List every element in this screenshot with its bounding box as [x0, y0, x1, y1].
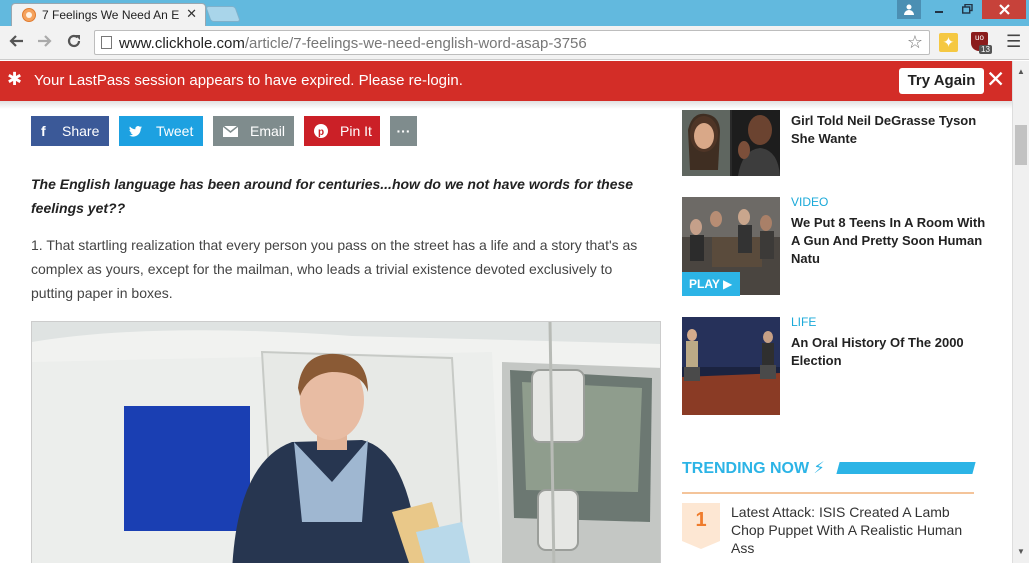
pinterest-share-label: Pin It: [340, 123, 372, 139]
window-close-icon[interactable]: [982, 0, 1026, 19]
sidebar-title-2[interactable]: We Put 8 Teens In A Room With A Gun And …: [791, 214, 986, 268]
tab-close-icon[interactable]: ✕: [186, 6, 197, 22]
clickhole-favicon-icon: [22, 8, 36, 22]
scroll-up-arrow-icon[interactable]: ▲: [1017, 67, 1025, 76]
svg-text:p: p: [318, 127, 324, 138]
page-icon: [101, 36, 112, 49]
facebook-share-button[interactable]: f Share: [31, 116, 109, 146]
article-photo-mailman: [31, 321, 661, 563]
back-arrow-icon[interactable]: [8, 33, 24, 54]
user-profile-icon[interactable]: [897, 0, 921, 19]
extension-badge: 13: [979, 45, 992, 54]
lightning-bolt-icon: ⚡: [809, 460, 825, 477]
twitter-share-button[interactable]: Tweet: [119, 116, 203, 146]
trending-rank-badge: 1: [682, 503, 720, 549]
trending-title-1[interactable]: Latest Attack: ISIS Created A Lamb Chop …: [731, 503, 971, 557]
lastpass-close-icon[interactable]: ✕: [986, 66, 1005, 93]
pinterest-icon: p: [314, 116, 328, 148]
scroll-down-arrow-icon[interactable]: ▼: [1017, 547, 1025, 556]
extension-puzzle-icon[interactable]: ✦: [939, 33, 958, 52]
try-again-button[interactable]: Try Again: [899, 68, 984, 94]
envelope-icon: [222, 116, 239, 147]
article-intro: The English language has been around for…: [31, 176, 634, 216]
sidebar-thumbnail-1[interactable]: [682, 110, 780, 176]
more-share-button[interactable]: ···: [390, 116, 417, 146]
address-bar[interactable]: www.clickhole.com/article/7-feelings-we-…: [94, 30, 930, 55]
email-share-label: Email: [250, 123, 286, 139]
browser-toolbar: www.clickhole.com/article/7-feelings-we-…: [0, 26, 1029, 60]
lastpass-notification-bar: ✱ Your LastPass session appears to have …: [0, 61, 1012, 101]
play-video-button[interactable]: PLAY ▶: [682, 272, 740, 296]
browser-tab[interactable]: 7 Feelings We Need An En ✕: [11, 3, 206, 26]
forward-arrow-icon[interactable]: [37, 33, 53, 54]
trending-now-heading: TRENDING NOW ⚡: [682, 460, 825, 477]
scrollbar-thumb[interactable]: [1015, 125, 1027, 165]
email-share-button[interactable]: Email: [213, 116, 294, 146]
page-scrollbar[interactable]: ▲ ▼: [1012, 61, 1029, 563]
restore-icon[interactable]: [954, 0, 980, 19]
lastpass-asterisk-icon: ✱: [7, 69, 23, 89]
tab-title: 7 Feelings We Need An En: [42, 8, 180, 22]
chrome-menu-icon[interactable]: ☰: [1006, 32, 1021, 52]
new-tab-button[interactable]: [205, 6, 241, 22]
sidebar-title-1[interactable]: Girl Told Neil DeGrasse Tyson She Wante: [791, 112, 986, 148]
trending-divider: [682, 492, 974, 494]
facebook-icon: f: [41, 123, 46, 139]
page-content: f Share Tweet Email p Pin It ··· The Eng…: [0, 101, 1012, 563]
pinterest-share-button[interactable]: p Pin It: [304, 116, 380, 146]
lastpass-message: Your LastPass session appears to have ex…: [34, 72, 463, 89]
twitter-icon: [129, 116, 142, 147]
twitter-share-label: Tweet: [156, 123, 194, 139]
facebook-share-label: Share: [62, 123, 100, 139]
header-shadow: [0, 101, 1012, 109]
bookmark-star-icon[interactable]: ☆: [907, 32, 923, 53]
url-text[interactable]: www.clickhole.com/article/7-feelings-we-…: [119, 35, 587, 52]
sidebar-category-3[interactable]: LIFE: [791, 315, 816, 329]
sidebar-thumbnail-3[interactable]: [682, 317, 780, 415]
sidebar-title-3[interactable]: An Oral History Of The 2000 Election: [791, 334, 986, 370]
trending-decor-bar: [836, 462, 976, 474]
reload-icon[interactable]: [66, 33, 82, 54]
minimize-icon[interactable]: [926, 0, 952, 19]
browser-title-bar: 7 Feelings We Need An En ✕: [0, 0, 1029, 26]
sidebar-category-2[interactable]: VIDEO: [791, 195, 828, 209]
article-item-1: 1. That startling realization that every…: [31, 237, 638, 301]
